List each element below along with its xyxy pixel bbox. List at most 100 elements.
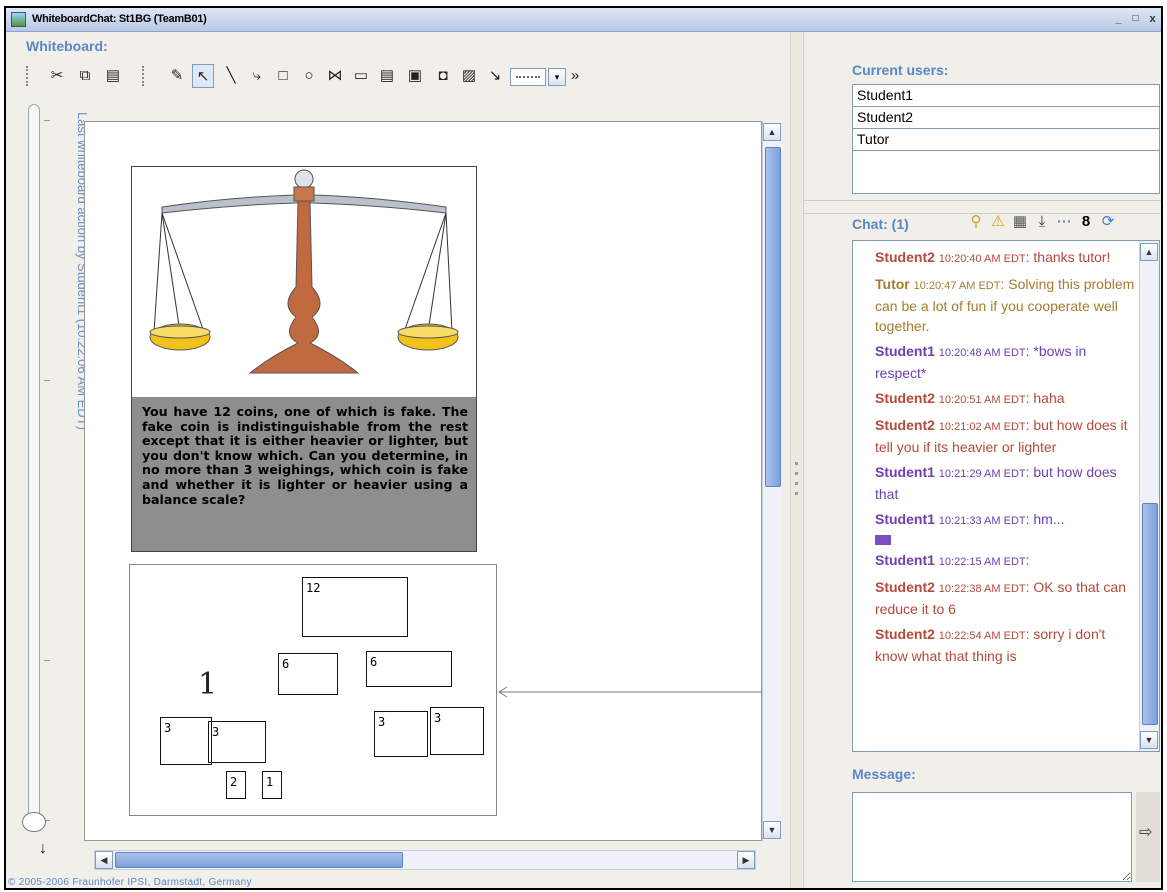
sketch-box: 1 [262,771,282,799]
chat-pane: Current users: Student1 Student2 Tutor C… [803,32,1161,888]
scroll-up-button[interactable]: ▲ [1140,243,1158,261]
horizontal-scroll-thumb[interactable] [115,852,403,868]
more-icon[interactable]: ⋯ [1054,212,1074,232]
message-time: 10:21:29 AM EDT [938,468,1026,480]
image-icon[interactable]: ▨ [458,64,480,88]
list-item[interactable]: Student1 [853,85,1159,107]
chat-message: Student2 10:22:38 AM EDT: OK so that can… [875,577,1139,619]
cut-icon[interactable]: ✂ [46,64,68,88]
scroll-down-button[interactable]: ▼ [763,821,781,839]
sketch-scribble: 1 [198,667,218,702]
rounded-rect-icon[interactable]: ▭ [350,64,372,88]
scroll-up-button[interactable]: ▲ [763,123,781,141]
chat-message: Student2 10:22:54 AM EDT: sorry i don't … [875,624,1139,666]
message-time: 10:20:48 AM EDT [938,347,1026,359]
scroll-left-button[interactable]: ◀ [95,851,113,869]
copy-icon[interactable]: ⧉ [74,64,96,88]
app-window: WhiteboardChat: St1BG (TeamB01) _ □ x Wh… [4,6,1163,890]
chat-messages: Student2 10:20:40 AM EDT: thanks tutor! T… [875,247,1139,671]
copyright-text: © 2005-2006 Fraunhofer IPSI, Darmstadt, … [8,877,252,888]
connector-icon[interactable]: ⤷ [246,64,268,88]
ellipse-icon[interactable]: ○ [298,64,320,88]
canvas-horizontal-scrollbar[interactable]: ◀ ▶ [94,850,756,870]
line-style-select[interactable] [510,68,546,86]
message-text: thanks tutor! [1029,249,1111,265]
minimize-button[interactable]: _ [1111,12,1126,27]
chat-scrollbar[interactable]: ▲ ▼ [1139,241,1159,751]
note-icon[interactable]: ▤ [376,64,398,88]
chat-message: Student2 10:20:51 AM EDT: haha [875,388,1139,410]
rectangle-icon[interactable]: □ [272,64,294,88]
select-icon[interactable]: ↖ [192,64,214,88]
scroll-down-button[interactable]: ▼ [1140,731,1158,749]
message-time: 10:22:38 AM EDT [938,583,1026,595]
sketch-box: 6 [278,653,338,695]
list-item[interactable]: Student2 [853,107,1159,129]
vertical-scroll-thumb[interactable] [765,147,781,487]
pointer-tool-icon[interactable]: ↘ [484,64,506,88]
alert-icon[interactable]: ⚠ [988,212,1008,232]
emoticon-icon [875,535,891,545]
camera-icon[interactable]: ◘ [432,64,454,88]
chat-log: Student2 10:20:40 AM EDT: thanks tutor! T… [852,240,1160,752]
chat-label: Chat: (1) [852,216,909,232]
paste-icon[interactable]: ▤ [102,64,124,88]
message-author: Student2 [875,579,935,595]
line-icon[interactable]: ╲ [220,64,242,88]
chat-message: Student2 10:20:40 AM EDT: thanks tutor! [875,247,1139,269]
chat-scroll-thumb[interactable] [1142,503,1158,725]
whiteboard-canvas[interactable]: You have 12 coins, one of which is fake.… [84,121,763,841]
sketch-box: 2 [226,771,246,799]
message-label: Message: [852,766,916,782]
user-icon[interactable]: 8 [1076,212,1096,232]
message-input[interactable] [852,792,1132,882]
chevron-down-icon[interactable]: ▾ [548,68,566,86]
close-button[interactable]: x [1145,12,1160,27]
download-icon[interactable]: ↓ [39,840,47,858]
download-icon[interactable]: ⤓ [1032,212,1052,232]
message-time: 10:22:15 AM EDT [938,556,1026,568]
pane-splitter[interactable] [790,32,802,888]
maximize-button[interactable]: □ [1128,12,1143,27]
overflow-icon[interactable]: » [568,64,582,88]
sketch-box: 12 [302,577,408,637]
chat-message: Student1 10:21:29 AM EDT: but how does t… [875,462,1139,504]
list-item[interactable]: Tutor [853,129,1159,151]
whiteboard-label: Whiteboard: [26,38,108,54]
problem-card[interactable]: You have 12 coins, one of which is fake.… [131,166,477,552]
window-title: WhiteboardChat: St1BG (TeamB01) [32,13,207,25]
app-icon [11,12,26,27]
sketch-box: 3 [430,707,484,755]
chat-message: Student1 10:22:15 AM EDT: [875,550,1139,572]
history-slider[interactable] [28,104,40,818]
message-author: Student1 [875,343,935,359]
message-author: Student1 [875,552,935,568]
scroll-right-button[interactable]: ▶ [737,851,755,869]
message-author: Student1 [875,464,935,480]
dark-note-icon[interactable]: ▣ [404,64,426,88]
problem-text: You have 12 coins, one of which is fake.… [132,397,476,551]
message-time: 10:22:54 AM EDT [938,630,1026,642]
chat-message: Tutor 10:20:47 AM EDT: Solving this prob… [875,274,1139,336]
lasso-icon[interactable]: ✎ [166,64,188,88]
message-text: haha [1029,390,1065,406]
sketch-box: 3 [374,711,428,757]
history-slider-knob[interactable] [22,812,46,832]
users-label: Current users: [852,62,949,78]
image-icon[interactable]: ▦ [1010,212,1030,232]
canvas-vertical-scrollbar[interactable]: ▲ ▼ [762,121,782,841]
search-icon[interactable]: ⚲ [966,212,986,232]
message-time: 10:20:47 AM EDT [913,280,1001,292]
message-author: Student2 [875,417,935,433]
message-author: Student2 [875,249,935,265]
refresh-icon[interactable]: ⟳ [1098,212,1118,232]
sketch-box: 6 [366,651,452,687]
message-text: hm... [1029,511,1065,527]
send-button[interactable]: ⇨ [1136,792,1160,882]
link-icon[interactable]: ⋈ [324,64,346,88]
message-author: Student1 [875,511,935,527]
message-time: 10:21:02 AM EDT [938,421,1026,433]
message-author: Student2 [875,626,935,642]
balance-scale-image [149,169,459,374]
sketch-card[interactable]: 12 6 6 3 3 3 3 2 1 1 [129,564,497,816]
